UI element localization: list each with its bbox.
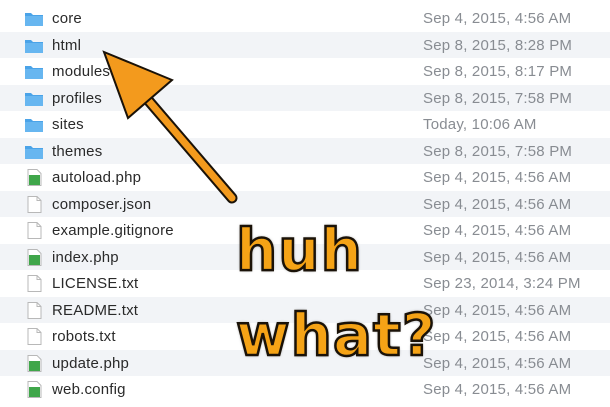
- file-date: Sep 23, 2014, 3:24 PM: [423, 275, 581, 292]
- file-name: modules: [52, 63, 111, 80]
- file-row-autoload[interactable]: autoload.php Sep 4, 2015, 4:56 AM: [0, 164, 610, 191]
- file-row-web-config[interactable]: web.config Sep 4, 2015, 4:56 AM: [0, 376, 610, 403]
- file-row-themes[interactable]: themes Sep 8, 2015, 7:58 PM: [0, 137, 610, 164]
- folder-icon: [25, 119, 43, 132]
- document-icon: [27, 328, 42, 345]
- file-date: Sep 4, 2015, 4:56 AM: [423, 169, 572, 186]
- annotation-text-huh: huh: [235, 216, 363, 284]
- document-icon: [27, 222, 42, 239]
- file-name: web.config: [52, 381, 126, 398]
- file-name: composer.json: [52, 195, 152, 213]
- file-name: example.gitignore: [52, 222, 174, 239]
- php-file-icon: [27, 381, 42, 398]
- file-name: themes: [52, 142, 103, 160]
- folder-icon: [25, 66, 43, 79]
- file-name: LICENSE.txt: [52, 275, 139, 292]
- document-icon: [27, 275, 42, 292]
- file-date: Sep 4, 2015, 4:56 AM: [423, 195, 572, 213]
- file-name: README.txt: [52, 301, 139, 319]
- file-date: Sep 8, 2015, 7:58 PM: [423, 89, 573, 107]
- file-date: Today, 10:06 AM: [423, 116, 537, 133]
- file-date: Sep 8, 2015, 8:17 PM: [423, 63, 573, 80]
- file-name: profiles: [52, 89, 102, 107]
- document-icon: [27, 195, 42, 213]
- document-icon: [27, 301, 42, 319]
- file-date: Sep 4, 2015, 4:56 AM: [423, 248, 572, 266]
- file-row-core[interactable]: core Sep 4, 2015, 4:56 AM: [0, 5, 610, 32]
- file-row-modules[interactable]: modules Sep 8, 2015, 8:17 PM: [0, 58, 610, 85]
- file-name: update.php: [52, 354, 130, 372]
- php-file-icon: [27, 354, 42, 372]
- file-name: index.php: [52, 248, 119, 266]
- file-row-composer[interactable]: composer.json Sep 4, 2015, 4:56 AM: [0, 190, 610, 217]
- file-date: Sep 8, 2015, 8:28 PM: [423, 36, 573, 54]
- file-row-html[interactable]: html Sep 8, 2015, 8:28 PM: [0, 31, 610, 58]
- file-date: Sep 4, 2015, 4:56 AM: [423, 10, 572, 27]
- file-date: Sep 4, 2015, 4:56 AM: [423, 328, 572, 345]
- file-row-sites[interactable]: sites Today, 10:06 AM: [0, 111, 610, 138]
- folder-icon: [25, 145, 43, 159]
- folder-icon: [25, 39, 43, 53]
- folder-icon: [25, 13, 43, 26]
- file-date: Sep 4, 2015, 4:56 AM: [423, 222, 572, 239]
- file-date: Sep 4, 2015, 4:56 AM: [423, 301, 572, 319]
- file-name: sites: [52, 116, 84, 133]
- file-name: robots.txt: [52, 328, 116, 345]
- file-name: html: [52, 36, 82, 54]
- php-file-icon: [27, 169, 42, 186]
- file-name: autoload.php: [52, 169, 142, 186]
- file-date: Sep 8, 2015, 7:58 PM: [423, 142, 573, 160]
- file-name: core: [52, 10, 82, 27]
- file-row-profiles[interactable]: profiles Sep 8, 2015, 7:58 PM: [0, 84, 610, 111]
- file-date: Sep 4, 2015, 4:56 AM: [423, 354, 572, 372]
- annotation-text-what: what?: [235, 301, 437, 369]
- file-date: Sep 4, 2015, 4:56 AM: [423, 381, 572, 398]
- php-file-icon: [27, 248, 42, 266]
- folder-icon: [25, 92, 43, 106]
